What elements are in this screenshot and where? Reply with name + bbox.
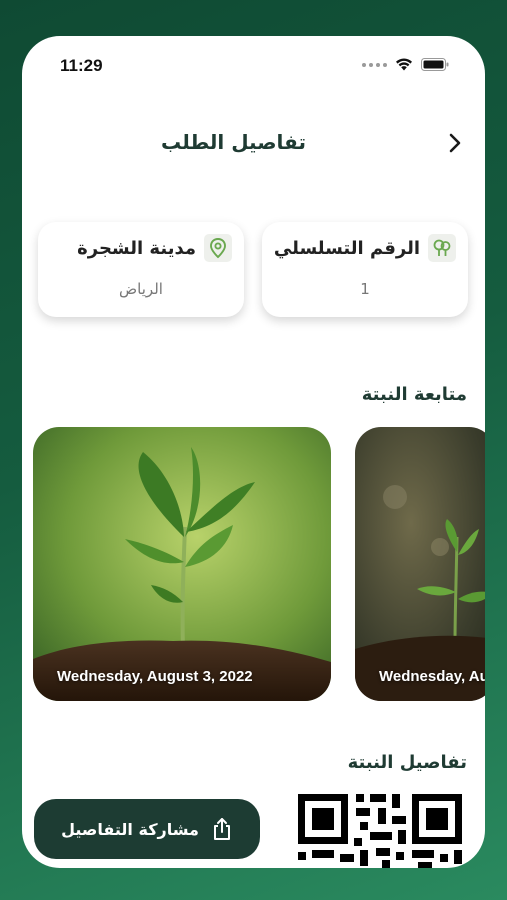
chevron-right-icon: [449, 133, 461, 153]
serial-number-label: الرقم التسلسلي: [273, 237, 420, 259]
plant-photo-card[interactable]: Wednesday, August 3, 2022: [355, 427, 485, 701]
status-bar: 11:29: [22, 36, 485, 96]
plant-follow-up-title: متابعة النبتة: [361, 384, 467, 405]
tree-icon: [428, 234, 456, 262]
back-button[interactable]: [441, 128, 469, 158]
qr-code: [298, 794, 462, 868]
plant-details-title: تفاصيل النبتة: [347, 752, 467, 773]
tree-city-card: مدينة الشجرة الرياض: [38, 222, 244, 317]
signal-dots-icon: [362, 62, 387, 67]
battery-icon: [421, 58, 449, 71]
status-time: 11:29: [60, 56, 103, 75]
plant-photo: [33, 427, 331, 701]
tree-city-header: مدينة الشجرة: [77, 234, 232, 262]
phone-screen: 11:29 تفاصيل الطلب الرقم التسلسلي 1 مدين…: [22, 36, 485, 868]
serial-number-value: 1: [360, 280, 370, 298]
serial-number-header: الرقم التسلسلي: [274, 234, 456, 262]
plant-photo-card[interactable]: Wednesday, August 3, 2022: [33, 427, 331, 701]
plant-photo: [355, 427, 485, 701]
wifi-icon: [396, 58, 412, 71]
photo-date: Wednesday, August 3, 2022: [379, 668, 485, 685]
serial-number-card: الرقم التسلسلي 1: [262, 222, 468, 317]
photo-date: Wednesday, August 3, 2022: [57, 668, 253, 685]
status-icons: [362, 58, 449, 71]
tree-city-value: الرياض: [119, 280, 163, 298]
header: تفاصيل الطلب: [22, 124, 485, 164]
page-title: تفاصيل الطلب: [161, 130, 306, 154]
share-details-label: مشاركة التفاصيل: [61, 819, 199, 839]
share-icon: [213, 818, 230, 840]
share-details-button[interactable]: مشاركة التفاصيل: [34, 799, 260, 859]
location-pin-icon: [204, 234, 232, 262]
tree-city-label: مدينة الشجرة: [77, 237, 196, 259]
